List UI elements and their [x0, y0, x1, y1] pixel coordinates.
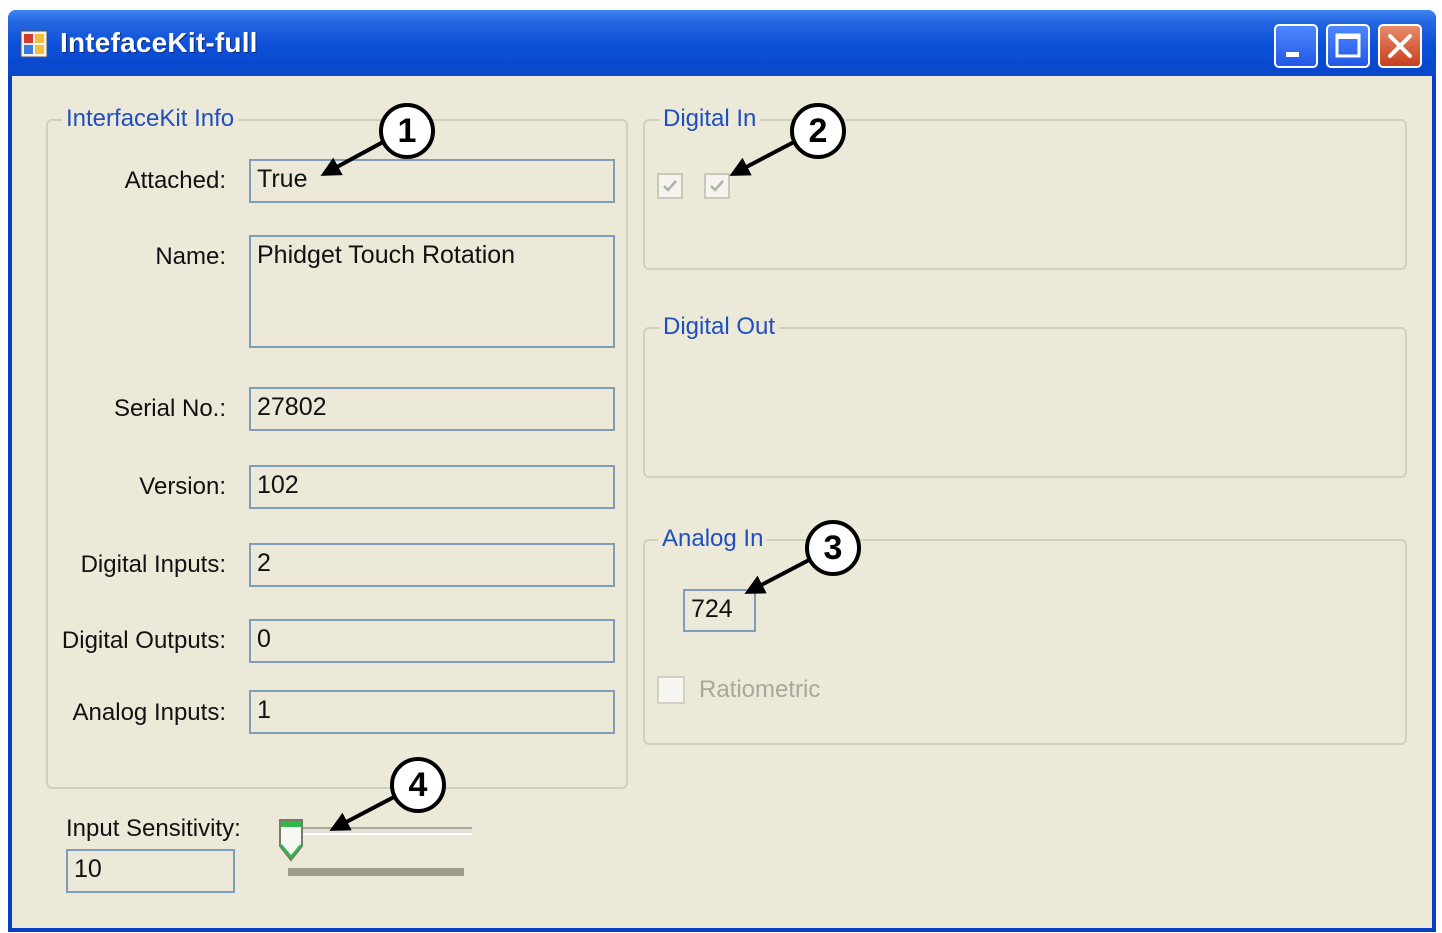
callout-arrow-1: [320, 140, 384, 176]
callout-arrows: [320, 140, 810, 831]
callout-arrow-3: [744, 558, 810, 594]
callout-arrow-2: [729, 140, 795, 176]
callout-arrow-4: [329, 795, 395, 831]
